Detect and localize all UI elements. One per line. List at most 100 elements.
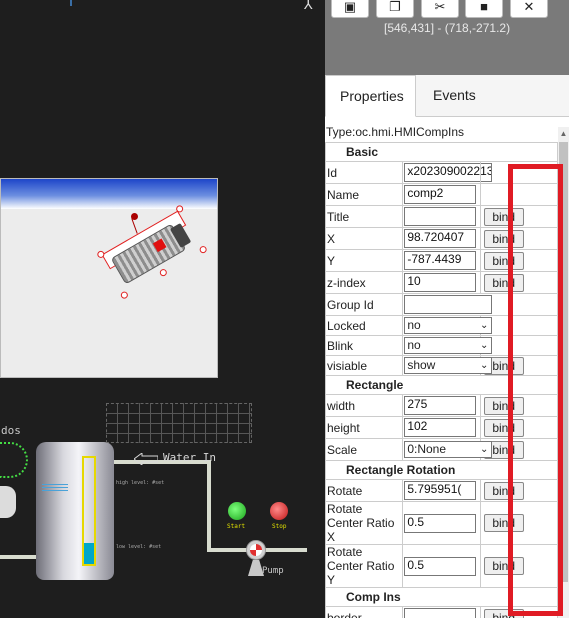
chevron-down-icon: ⌄: [479, 444, 489, 455]
gauge-base: [0, 486, 16, 518]
row-x: X 98.720407 bind: [324, 227, 559, 250]
selected-motor-component[interactable]: [96, 204, 208, 300]
close-button[interactable]: ✕: [510, 0, 548, 18]
start-label: Start: [227, 523, 246, 530]
id-input[interactable]: x202309002213: [404, 163, 493, 182]
group-id-input[interactable]: [404, 295, 493, 314]
height-bind-button[interactable]: bind: [483, 418, 524, 437]
rotate-bind-button[interactable]: bind: [483, 481, 524, 500]
water-in-label: Water In: [163, 451, 216, 464]
section-rectangle: Rectangle: [325, 375, 558, 395]
zindex-bind-button[interactable]: bind: [483, 273, 524, 292]
zindex-label: z-index: [324, 271, 404, 294]
border-label: border: [324, 606, 404, 618]
row-id: Id x202309002213: [324, 161, 559, 184]
row-width: width 275 bind: [324, 394, 559, 417]
row-border: border bind: [324, 606, 559, 618]
high-level-label: high level: #set: [116, 480, 165, 486]
hmi-canvas[interactable]: ⅄ dos Water In high level: #set low leve…: [0, 0, 325, 618]
y-bind-button[interactable]: bind: [483, 251, 524, 270]
camera-icon: ▣: [343, 0, 357, 14]
scrollbar-thumb[interactable]: [559, 142, 568, 582]
chevron-down-icon: ⌄: [479, 340, 489, 351]
y-input[interactable]: -787.4439: [404, 251, 477, 270]
resize-handle-sw[interactable]: [119, 290, 130, 300]
height-input[interactable]: 102: [404, 418, 477, 437]
property-table: Basic Id x202309002213 Name comp2 Title …: [324, 142, 559, 618]
snapshot-button[interactable]: ▣: [331, 0, 369, 18]
component-type: Type:oc.hmi.HMICompIns: [326, 125, 465, 139]
scroll-up-icon[interactable]: ▲: [558, 127, 569, 141]
visiable-label: visiable: [324, 355, 404, 376]
visiable-select[interactable]: show ⌄: [404, 357, 493, 374]
row-rotate: Rotate 5.795951( bind: [324, 479, 559, 502]
border-input[interactable]: [404, 608, 477, 618]
arrow-left-icon: [134, 453, 158, 465]
pump-label: Pump: [262, 566, 284, 576]
chevron-down-icon: ⌄: [479, 360, 489, 371]
pump[interactable]: [246, 540, 266, 560]
cut-button[interactable]: ✂: [421, 0, 459, 18]
rotate-center-y-input[interactable]: 0.5: [404, 556, 477, 576]
dos-label: dos: [1, 424, 21, 437]
fan-icon: [250, 544, 262, 556]
section-rectangle-rotation: Rectangle Rotation: [325, 460, 558, 480]
row-y: Y -787.4439 bind: [324, 249, 559, 272]
rotate-center-y-bind-button[interactable]: bind: [483, 557, 524, 575]
resize-handle-se[interactable]: [198, 244, 208, 255]
row-name: Name comp2: [324, 183, 559, 206]
rotate-center-x-input[interactable]: 0.5: [404, 513, 477, 533]
rotate-center-x-label: Rotate Center Ratio X: [324, 501, 404, 545]
width-bind-button[interactable]: bind: [483, 396, 524, 415]
stop-icon: ■: [480, 0, 488, 14]
locked-label: Locked: [324, 315, 404, 336]
row-height: height 102 bind: [324, 416, 559, 439]
group-id-label: Group Id: [324, 293, 404, 316]
stop-toolbar-button[interactable]: ■: [465, 0, 503, 18]
panel-tabs: Properties Events: [325, 75, 569, 117]
blink-label: Blink: [324, 335, 404, 356]
zindex-input[interactable]: 10: [404, 273, 477, 292]
coordinate-readout: [546,431] - (718,-271.2): [384, 21, 511, 35]
water-tank[interactable]: [36, 442, 114, 580]
name-label: Name: [324, 183, 404, 206]
width-input[interactable]: 275: [404, 396, 477, 415]
row-rotate-center-y: Rotate Center Ratio Y 0.5 bind: [324, 544, 559, 588]
scissors-icon: ✂: [434, 0, 446, 14]
copy-button[interactable]: ❐: [376, 0, 414, 18]
border-bind-button[interactable]: bind: [483, 608, 524, 618]
height-label: height: [324, 416, 404, 439]
row-locked: Locked no ⌄: [324, 315, 559, 336]
rotate-center-x-bind-button[interactable]: bind: [483, 514, 524, 532]
close-icon: ✕: [523, 0, 535, 14]
row-title: Title bind: [324, 205, 559, 228]
component-preview[interactable]: [0, 178, 218, 378]
x-label: X: [324, 227, 404, 250]
rotate-input[interactable]: 5.795951(: [404, 481, 477, 500]
canvas-mark: [70, 0, 72, 6]
dashed-grid-box: [106, 403, 252, 443]
width-label: width: [324, 394, 404, 417]
y-label: Y: [324, 249, 404, 272]
stop-button[interactable]: [270, 502, 288, 520]
pipe-segment: [0, 555, 36, 559]
tank-level-fill: [84, 542, 94, 564]
row-zindex: z-index 10 bind: [324, 271, 559, 294]
rotate-handle[interactable]: [131, 213, 138, 220]
blink-select[interactable]: no ⌄: [404, 337, 493, 354]
pipe-segment: [207, 460, 211, 552]
resize-handle-s[interactable]: [158, 267, 169, 278]
tab-events[interactable]: Events: [419, 75, 489, 117]
scale-select[interactable]: 0:None ⌄: [404, 441, 493, 458]
title-bind-button[interactable]: bind: [483, 207, 524, 226]
x-bind-button[interactable]: bind: [483, 229, 524, 248]
title-input[interactable]: [404, 207, 477, 226]
name-input[interactable]: comp2: [404, 185, 477, 204]
chevron-down-icon: ⌄: [479, 320, 489, 331]
locked-select[interactable]: no ⌄: [404, 317, 493, 334]
stop-label: Stop: [272, 523, 287, 530]
row-scale: Scale 0:None ⌄ bind: [324, 438, 559, 461]
x-input[interactable]: 98.720407: [404, 229, 477, 248]
start-button[interactable]: [228, 502, 246, 520]
tab-properties[interactable]: Properties: [325, 75, 416, 117]
